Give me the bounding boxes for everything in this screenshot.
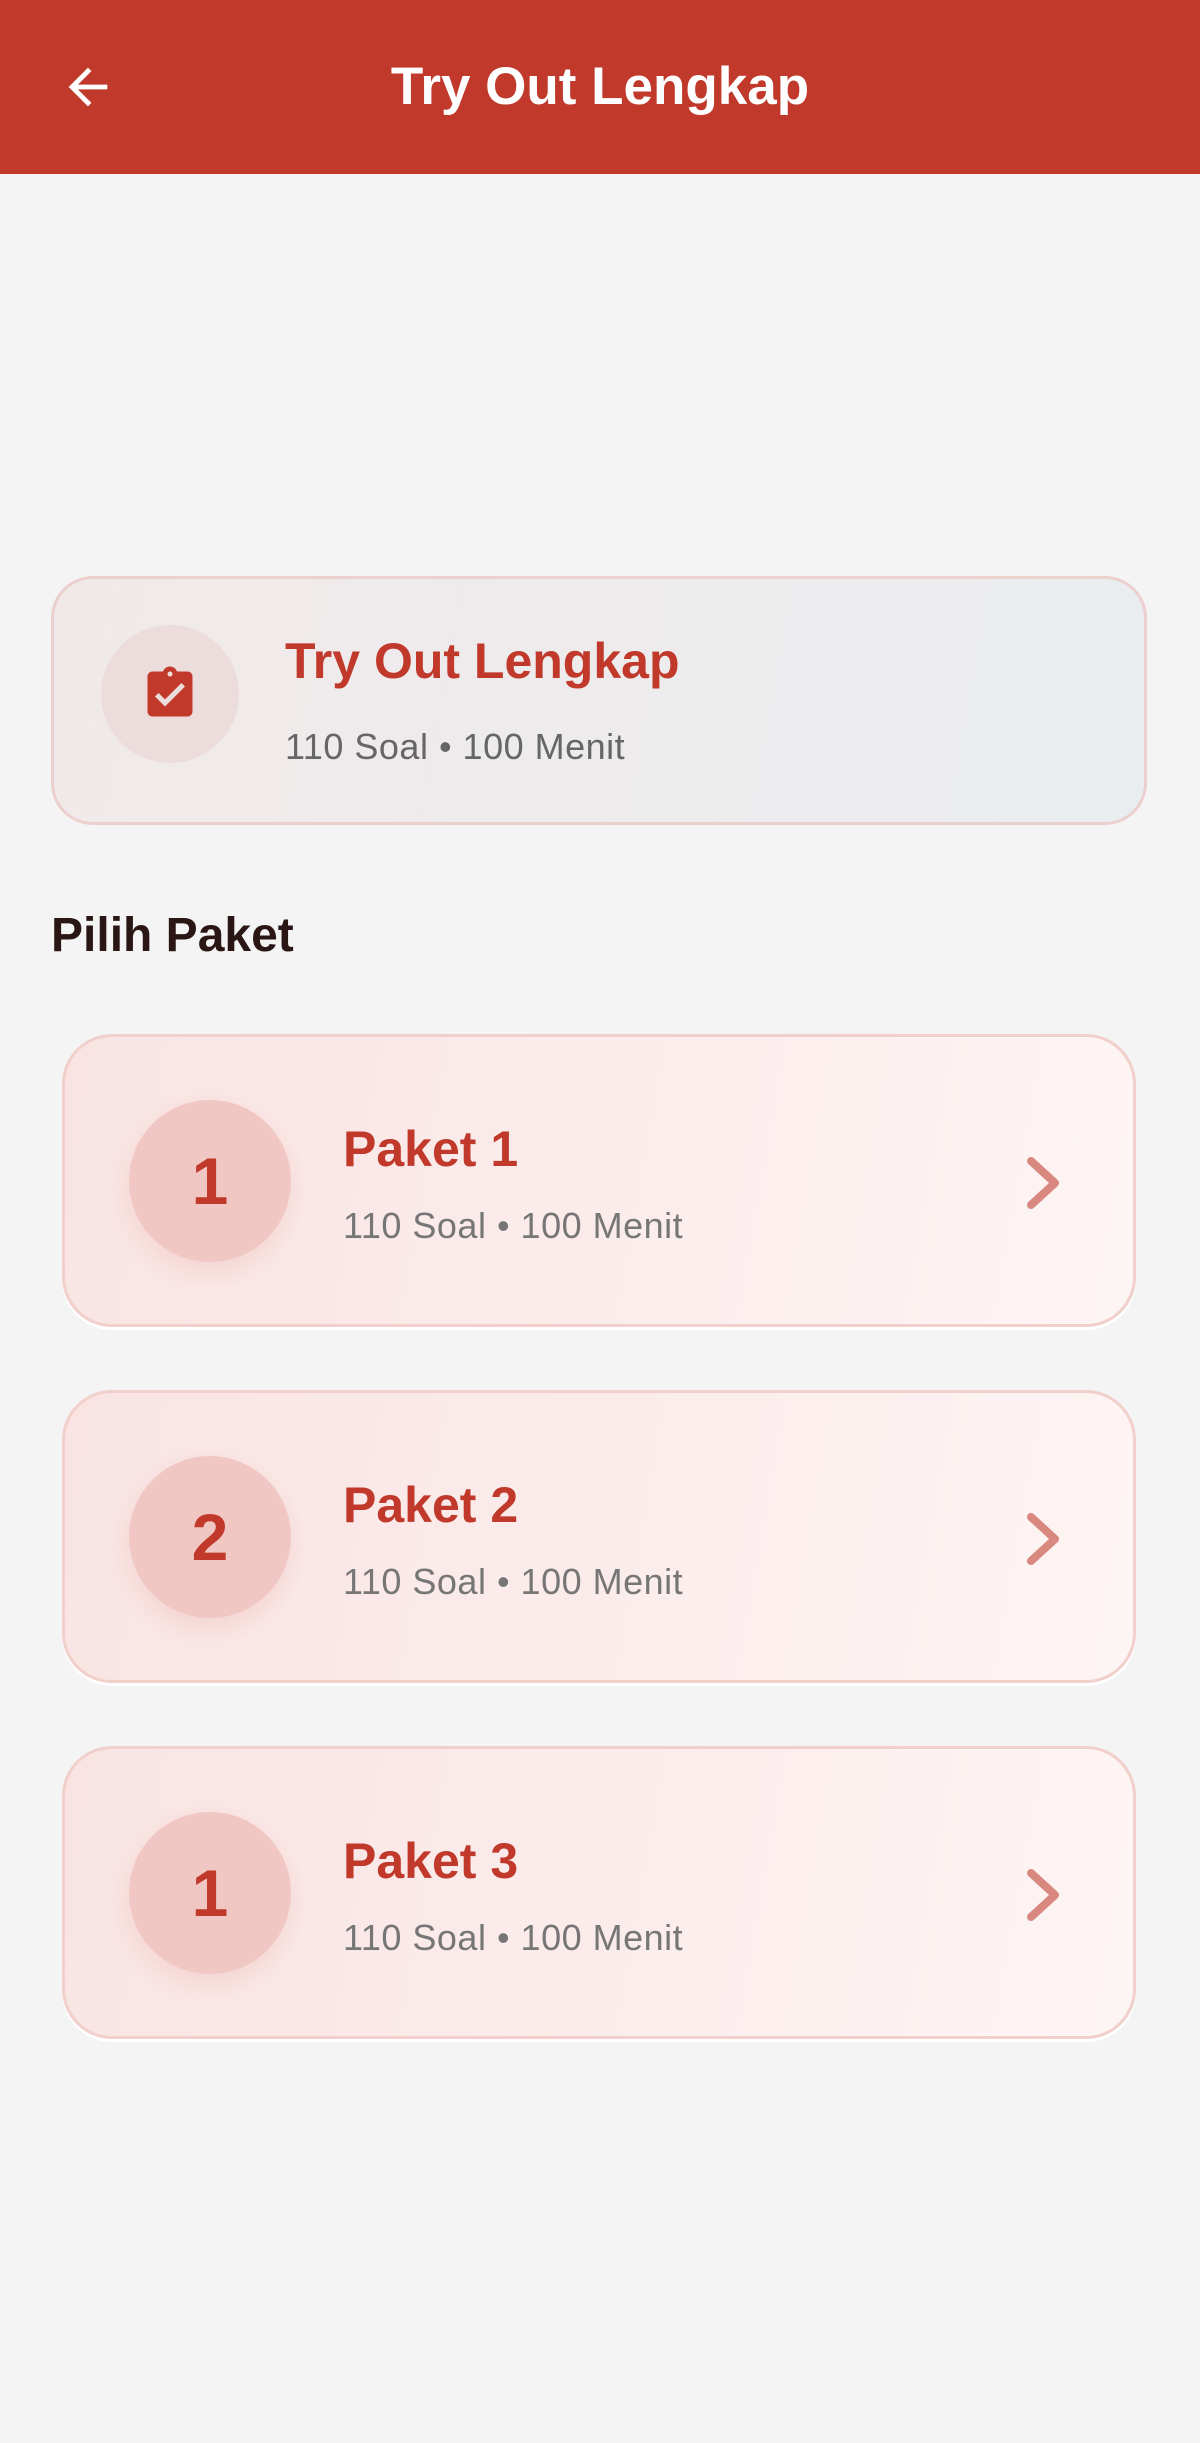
chevron-right-icon [1015,1865,1075,1925]
summary-icon-container [101,625,239,763]
section-title: Pilih Paket [51,909,294,962]
paket-card-3[interactable]: 1 Paket 3 110 Soal • 100 Menit [62,1746,1136,2039]
summary-meta: 110 Soal • 100 Menit [285,726,626,767]
chevron-right-icon [1015,1509,1075,1569]
clipboard-check-icon [147,666,193,717]
summary-title: Try Out Lengkap [285,633,680,689]
paket-meta: 110 Soal • 100 Menit [343,1917,684,1958]
paket-card-2[interactable]: 2 Paket 2 110 Soal • 100 Menit [62,1390,1136,1683]
paket-meta: 110 Soal • 100 Menit [343,1561,684,1602]
paket-title: Paket 1 [343,1121,519,1177]
paket-meta: 110 Soal • 100 Menit [343,1205,684,1246]
paket-number-badge: 1 [129,1100,291,1262]
paket-card-1[interactable]: 1 Paket 1 110 Soal • 100 Menit [62,1034,1136,1327]
chevron-right-icon [1015,1153,1075,1213]
arrow-left-icon [68,67,108,107]
paket-title: Paket 2 [343,1477,519,1533]
paket-title: Paket 3 [343,1833,519,1889]
back-button[interactable] [40,47,136,127]
paket-number-badge: 2 [129,1456,291,1618]
paket-number-badge: 1 [129,1812,291,1974]
app-bar [0,0,1200,174]
